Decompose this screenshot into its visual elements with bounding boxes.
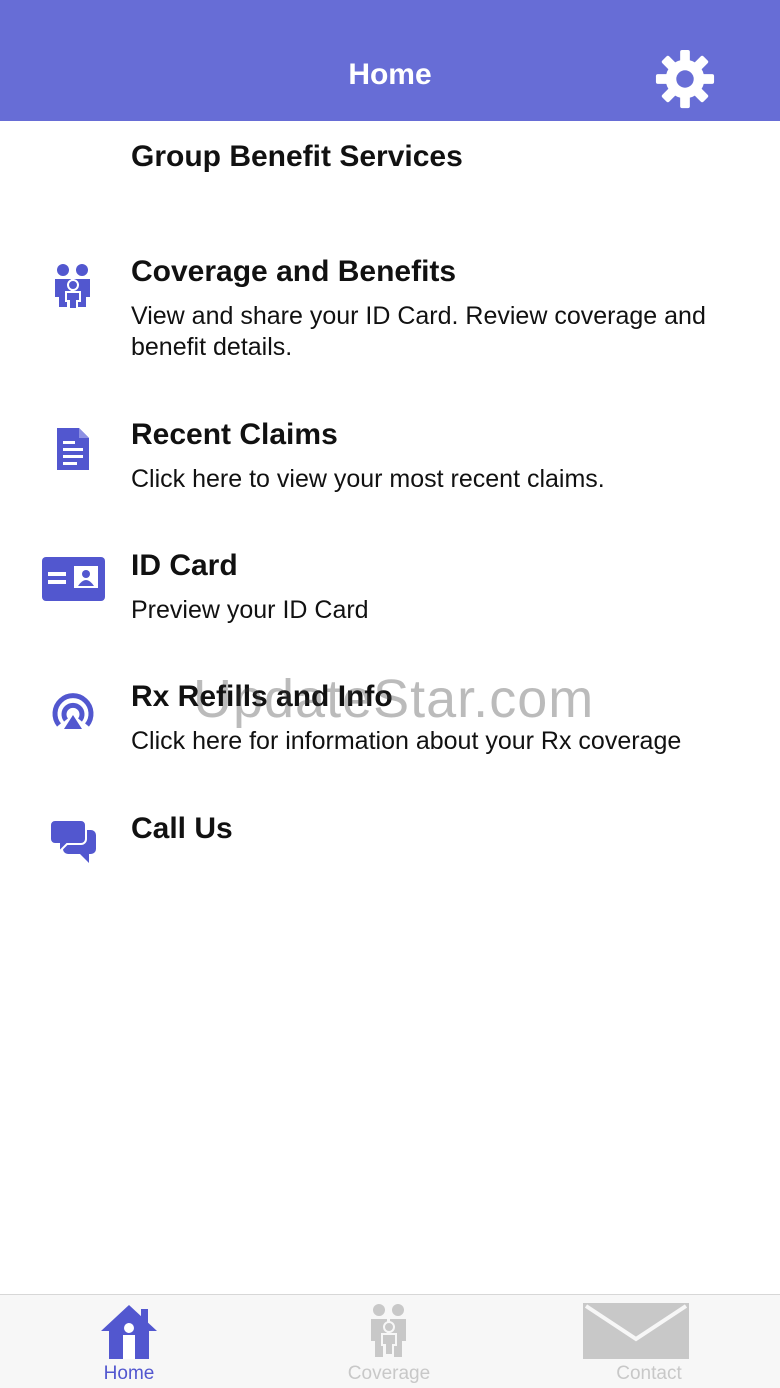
menu-item-title: Coverage and Benefits bbox=[131, 255, 457, 288]
tab-contact[interactable]: Contact bbox=[569, 1295, 729, 1388]
tab-bar: Home Coverage Contact bbox=[0, 1294, 780, 1388]
envelope-icon bbox=[583, 1303, 689, 1359]
menu-item-title: Call Us bbox=[131, 812, 233, 845]
menu-item-title: Recent Claims bbox=[131, 418, 338, 451]
gear-icon[interactable] bbox=[654, 48, 716, 110]
tab-label: Coverage bbox=[347, 1363, 431, 1384]
family-icon bbox=[371, 1304, 406, 1357]
menu-item-call-us[interactable]: Call Us bbox=[0, 812, 780, 882]
menu-item-title: Rx Refills and Info bbox=[131, 680, 393, 713]
chat-icon bbox=[49, 819, 96, 863]
menu-item-rx-refills[interactable]: Rx Refills and Info Click here for infor… bbox=[0, 680, 780, 770]
tab-home[interactable]: Home bbox=[49, 1295, 209, 1388]
tab-label: Contact bbox=[616, 1363, 682, 1384]
family-icon bbox=[55, 264, 90, 309]
home-icon bbox=[101, 1305, 157, 1359]
document-icon bbox=[57, 428, 89, 470]
page-subtitle: Group Benefit Services bbox=[131, 140, 463, 173]
menu-item-description: Click here to view your most recent clai… bbox=[131, 465, 605, 493]
tab-label: Home bbox=[103, 1363, 155, 1384]
tab-coverage[interactable]: Coverage bbox=[309, 1295, 469, 1388]
menu-item-coverage[interactable]: Coverage and Benefits View and share you… bbox=[0, 255, 780, 375]
rx-signal-icon bbox=[52, 693, 94, 729]
menu-item-recent-claims[interactable]: Recent Claims Click here to view your mo… bbox=[0, 418, 780, 508]
nav-header: Home bbox=[0, 0, 780, 121]
menu-item-title: ID Card bbox=[131, 549, 238, 582]
menu-item-description: View and share your ID Card. Review cove… bbox=[131, 302, 706, 361]
menu-item-description: Click here for information about your Rx… bbox=[131, 727, 682, 755]
menu-item-id-card[interactable]: ID Card Preview your ID Card bbox=[0, 549, 780, 639]
id-card-icon bbox=[42, 557, 105, 601]
menu-item-description: Preview your ID Card bbox=[131, 596, 369, 624]
